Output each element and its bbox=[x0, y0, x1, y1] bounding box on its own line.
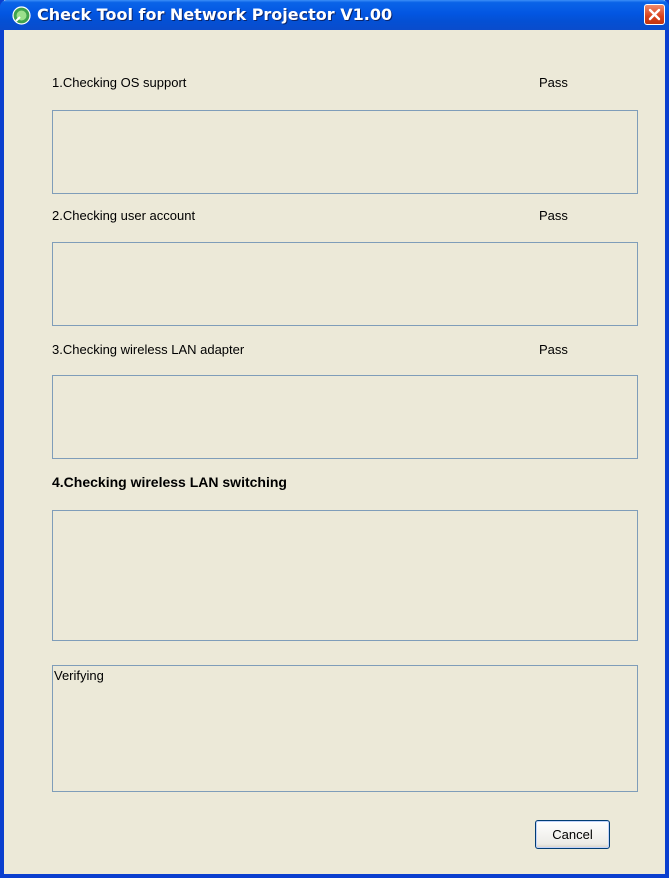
check-detail-box-wlan-adapter bbox=[52, 375, 638, 459]
network-projector-icon bbox=[12, 6, 31, 25]
check-status-os-support: Pass bbox=[539, 75, 568, 90]
check-tool-window: Check Tool for Network Projector V1.00 1… bbox=[0, 0, 669, 878]
check-label-wlan-switching: 4.Checking wireless LAN switching bbox=[52, 474, 287, 490]
close-button[interactable] bbox=[644, 4, 665, 25]
check-detail-box-wlan-switching bbox=[52, 510, 638, 641]
check-label-user-account: 2.Checking user account bbox=[52, 208, 196, 223]
check-detail-box-user-account bbox=[52, 242, 638, 326]
check-status-user-account: Pass bbox=[539, 208, 568, 223]
cancel-button[interactable]: Cancel bbox=[535, 820, 610, 849]
progress-log-text: Verifying bbox=[54, 668, 104, 683]
close-icon bbox=[648, 8, 661, 21]
dialog-body: 1.Checking OS support Pass 2.Checking us… bbox=[4, 30, 665, 874]
check-detail-box-os-support bbox=[52, 110, 638, 194]
check-label-wlan-adapter: 3.Checking wireless LAN adapter bbox=[52, 342, 245, 357]
window-title: Check Tool for Network Projector V1.00 bbox=[37, 5, 393, 24]
check-label-os-support: 1.Checking OS support bbox=[52, 75, 187, 90]
title-bar[interactable]: Check Tool for Network Projector V1.00 bbox=[0, 0, 669, 30]
progress-log-box: Verifying bbox=[52, 665, 638, 792]
check-status-wlan-adapter: Pass bbox=[539, 342, 568, 357]
